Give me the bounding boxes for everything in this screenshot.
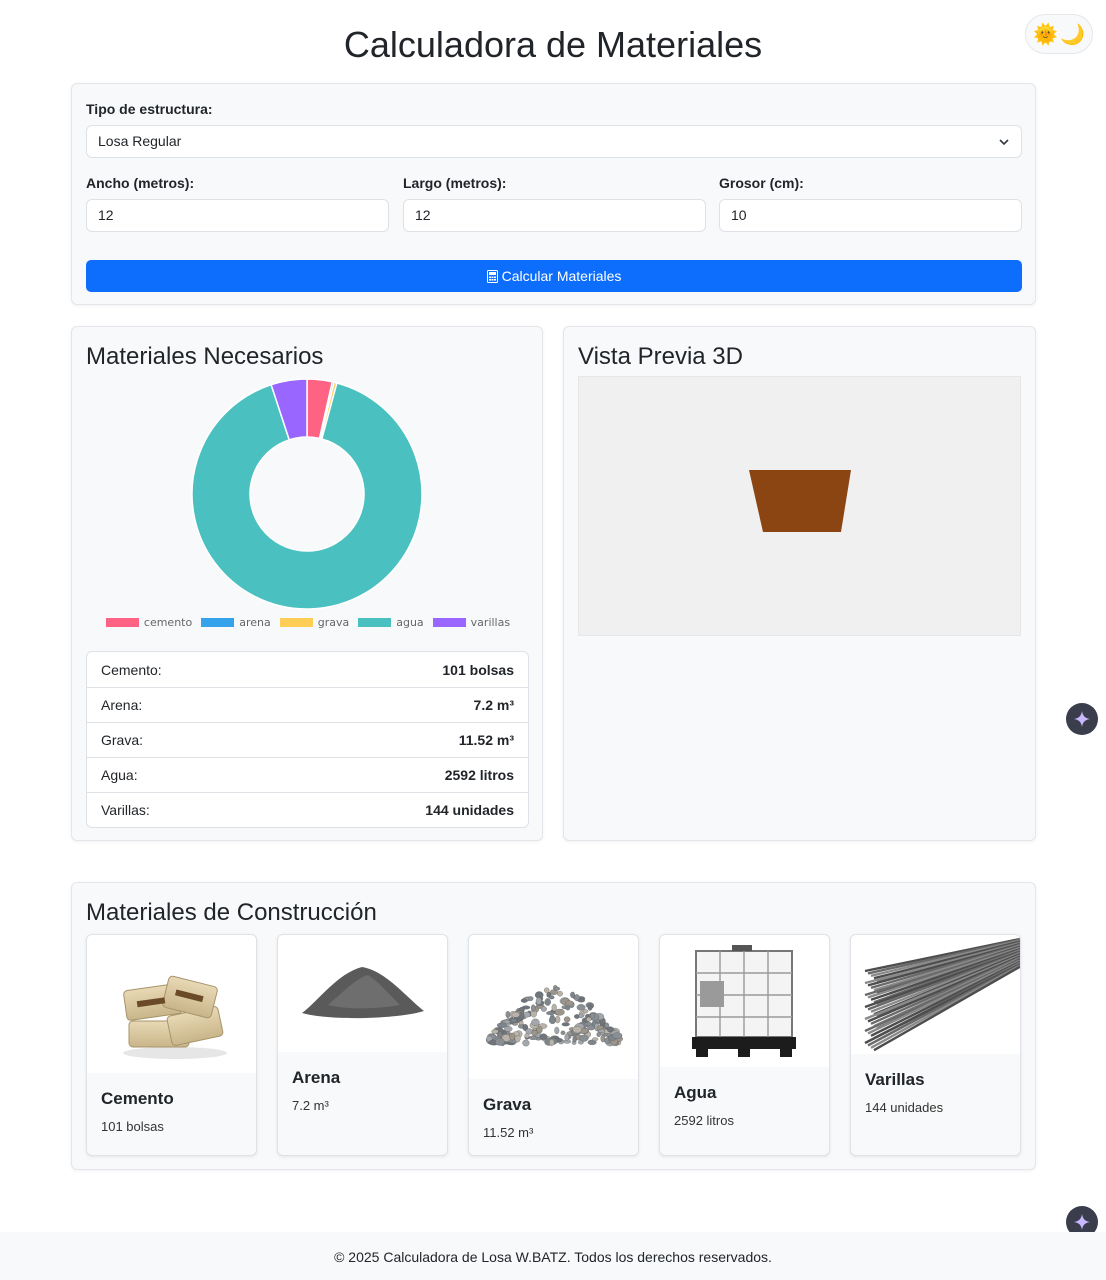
legend-item-arena[interactable]: arena bbox=[201, 616, 271, 629]
material-qty: 11.52 m³ bbox=[483, 1125, 534, 1140]
calculate-button[interactable]: Calcular Materiales bbox=[86, 260, 1022, 292]
sun-icon: 🌞 bbox=[1033, 22, 1058, 46]
material-name: Cemento bbox=[101, 1089, 174, 1108]
material-tile-agua[interactable]: Agua 2592 litros bbox=[659, 934, 830, 1156]
material-qty: 2592 litros bbox=[674, 1113, 734, 1128]
sparkle-icon bbox=[1074, 711, 1090, 727]
length-input[interactable]: 12 bbox=[403, 199, 706, 232]
calculator-icon bbox=[486, 269, 498, 283]
material-row-value: 144 unidades bbox=[425, 802, 514, 818]
material-qty: 144 unidades bbox=[865, 1100, 944, 1115]
chevron-down-icon bbox=[999, 139, 1009, 146]
structure-type-value: Losa Regular bbox=[98, 133, 182, 149]
legend-item-varillas[interactable]: varillas bbox=[432, 616, 511, 629]
legend-swatch bbox=[432, 618, 466, 627]
width-input[interactable]: 12 bbox=[86, 199, 389, 232]
preview-3d-viewport[interactable] bbox=[578, 376, 1021, 636]
material-qty: 7.2 m³ bbox=[292, 1098, 329, 1113]
rebar-bundle-icon bbox=[851, 935, 1020, 1054]
material-row: Varillas: 144 unidades bbox=[87, 792, 528, 827]
sand-pile-icon bbox=[278, 935, 447, 1052]
legend-swatch bbox=[279, 618, 313, 627]
preview-3d-card: Vista Previa 3D bbox=[563, 326, 1036, 841]
material-tile-cemento[interactable]: Cemento 101 bolsas bbox=[86, 934, 257, 1156]
legend-swatch bbox=[105, 618, 139, 627]
footer-text: © 2025 Calculadora de Losa W.BATZ. Todos… bbox=[334, 1249, 772, 1265]
material-row-label: Grava: bbox=[101, 732, 144, 748]
structure-type-label: Tipo de estructura: bbox=[86, 101, 213, 117]
thickness-label: Grosor (cm): bbox=[719, 175, 804, 191]
moon-icon: 🌙 bbox=[1060, 22, 1085, 46]
legend-label: varillas bbox=[470, 616, 511, 629]
chart-legend: cemento arena grava agua varillas bbox=[72, 616, 544, 629]
structure-type-select[interactable]: Losa Regular bbox=[86, 125, 1022, 158]
materials-donut-chart bbox=[191, 378, 423, 610]
legend-label: arena bbox=[239, 616, 271, 629]
assistant-sparkle-button[interactable] bbox=[1066, 703, 1098, 735]
material-tile-arena[interactable]: Arena 7.2 m³ bbox=[277, 934, 448, 1156]
legend-label: cemento bbox=[143, 616, 193, 629]
material-row: Cemento: 101 bolsas bbox=[87, 652, 528, 687]
material-qty: 101 bolsas bbox=[101, 1119, 164, 1134]
material-row-label: Varillas: bbox=[101, 802, 150, 818]
length-label: Largo (metros): bbox=[403, 175, 507, 191]
materials-table: Cemento: 101 bolsas Arena: 7.2 m³ Grava: 11.5… bbox=[86, 651, 529, 828]
footer: © 2025 Calculadora de Losa W.BATZ. Todos… bbox=[0, 1232, 1106, 1280]
material-row-value: 2592 litros bbox=[444, 767, 514, 783]
sparkle-icon bbox=[1074, 1214, 1090, 1230]
materials-needed-card: Materiales Necesarios cemento arena grava a… bbox=[71, 326, 543, 841]
water-tank-icon bbox=[660, 935, 829, 1067]
thickness-input[interactable]: 10 bbox=[719, 199, 1022, 232]
gravel-pile-icon bbox=[469, 935, 638, 1079]
legend-swatch bbox=[358, 618, 392, 627]
material-row: Agua: 2592 litros bbox=[87, 757, 528, 792]
material-name: Agua bbox=[674, 1083, 717, 1102]
material-tile-grava[interactable]: Grava 11.52 m³ bbox=[468, 934, 639, 1156]
construction-materials-title: Materiales de Construcción bbox=[86, 899, 377, 926]
legend-swatch bbox=[201, 618, 235, 627]
material-name: Grava bbox=[483, 1095, 532, 1114]
legend-label: agua bbox=[396, 616, 424, 629]
calculator-form: Tipo de estructura: Losa Regular Ancho (… bbox=[71, 83, 1036, 305]
material-row-label: Agua: bbox=[101, 767, 138, 783]
calculate-button-label: Calcular Materiales bbox=[501, 268, 622, 284]
preview-3d-title: Vista Previa 3D bbox=[578, 343, 743, 370]
material-row-label: Arena: bbox=[101, 697, 143, 713]
material-row-value: 7.2 m³ bbox=[473, 697, 514, 713]
legend-item-cemento[interactable]: cemento bbox=[105, 616, 193, 629]
material-row-value: 11.52 m³ bbox=[458, 732, 514, 748]
slab-3d-model bbox=[749, 470, 851, 532]
material-row: Arena: 7.2 m³ bbox=[87, 687, 528, 722]
cement-bags-icon bbox=[87, 935, 256, 1073]
material-name: Varillas bbox=[865, 1070, 925, 1089]
material-row: Grava: 11.52 m³ bbox=[87, 722, 528, 757]
page-title: Calculadora de Materiales bbox=[343, 24, 763, 65]
material-row-value: 101 bolsas bbox=[442, 661, 514, 678]
material-row-label: Cemento: bbox=[101, 661, 162, 678]
legend-item-grava[interactable]: grava bbox=[279, 616, 350, 629]
legend-label: grava bbox=[317, 616, 350, 629]
material-name: Arena bbox=[292, 1068, 341, 1087]
theme-toggle-button[interactable]: 🌞 🌙 bbox=[1025, 14, 1093, 54]
legend-item-agua[interactable]: agua bbox=[358, 616, 424, 629]
material-tile-varillas[interactable]: Varillas 144 unidades bbox=[850, 934, 1021, 1156]
width-label: Ancho (metros): bbox=[86, 175, 195, 191]
construction-materials-card: Materiales de Construcción Cemento 101 b… bbox=[71, 882, 1036, 1170]
